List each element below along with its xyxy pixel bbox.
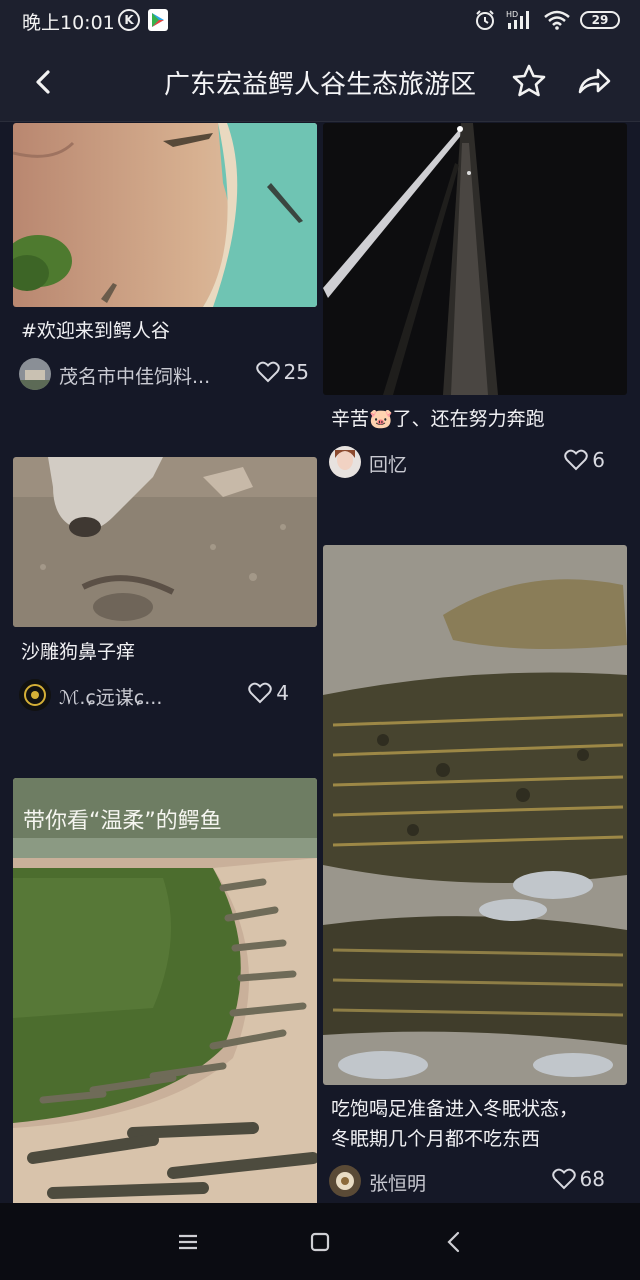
post-caption-line: 吃饱喝足准备进入冬眠状态， [331,1098,579,1120]
svg-text:HD: HD [506,10,518,19]
back-chevron-icon[interactable] [440,1227,470,1257]
post-caption: 辛苦🐷了、还在努力奔跑 [331,408,545,430]
like-counter[interactable]: 68 [551,1167,605,1191]
post-card[interactable]: 沙雕狗鼻子痒 ℳ.ɕ远谋ɕ... 4 [13,457,317,723]
post-card[interactable]: 吃饱喝足准备进入冬眠状态， 冬眠期几个月都不吃东西 张恒明 68 [323,545,627,1203]
top-app-bar: 广东宏益鳄人谷生态旅游区 [0,42,640,122]
avatar[interactable] [19,358,51,390]
post-caption: 沙雕狗鼻子痒 [21,641,136,663]
battery-indicator: 29 [580,11,620,29]
hd-signal-icon: HD [506,10,529,29]
avatar[interactable] [329,1165,361,1197]
post-meta: 张恒明 68 [329,1165,619,1201]
image-overlay-caption: 带你看“温柔”的鳄鱼 [23,809,222,834]
like-count: 25 [283,360,309,384]
author-name[interactable]: 张恒明 [369,1169,534,1196]
heart-icon [551,1168,576,1190]
menu-icon[interactable] [173,1227,203,1257]
post-image[interactable] [13,123,317,307]
back-arrow-icon[interactable] [26,64,62,100]
wifi-icon [544,10,570,30]
post-meta: 回忆 6 [329,446,619,482]
system-nav-bar [0,1203,640,1280]
post-card[interactable]: 带你看“温柔”的鳄鱼 [13,778,317,1203]
like-count: 4 [276,681,289,705]
status-bar: 晚上10:01 K HD 29 [0,0,640,42]
author-name[interactable]: 茂名市中佳饲料... [59,362,224,389]
like-counter[interactable]: 6 [564,448,605,472]
author-name[interactable]: ℳ.ɕ远谋ɕ... [59,683,224,710]
google-play-icon [148,9,168,31]
heart-icon [255,361,280,383]
post-caption-line: 冬眠期几个月都不吃东西 [331,1128,541,1150]
post-card[interactable]: #欢迎来到鳄人谷 茂名市中佳饲料... 25 [13,123,317,398]
post-image[interactable]: 带你看“温柔”的鳄鱼 [13,778,317,1203]
post-caption: #欢迎来到鳄人谷 [21,320,170,342]
heart-icon [564,449,589,471]
post-card[interactable]: 辛苦🐷了、还在努力奔跑 回忆 6 [323,123,627,483]
post-meta: ℳ.ɕ远谋ɕ... 4 [19,679,309,715]
like-counter[interactable]: 4 [248,681,289,705]
status-time: 晚上10:01 [22,12,115,34]
avatar[interactable] [19,679,51,711]
like-count: 6 [592,448,605,472]
star-outline-icon[interactable] [510,62,548,100]
page-title: 广东宏益鳄人谷生态旅游区 [163,70,476,100]
alarm-icon [476,10,494,30]
post-feed[interactable]: #欢迎来到鳄人谷 茂名市中佳饲料... 25 沙雕狗鼻子痒 ℳ.ɕ远谋ɕ... … [0,123,640,1203]
post-image[interactable] [323,123,627,395]
heart-icon [248,682,273,704]
avatar[interactable] [329,446,361,478]
post-image[interactable] [323,545,627,1085]
k-circle-icon: K [118,9,140,31]
post-caption: 吃饱喝足准备进入冬眠状态， 冬眠期几个月都不吃东西 [331,1094,621,1154]
post-image[interactable] [13,457,317,627]
like-count: 68 [579,1167,605,1191]
home-square-icon[interactable] [305,1227,335,1257]
author-name[interactable]: 回忆 [369,450,534,477]
share-icon[interactable] [574,62,614,100]
post-meta: 茂名市中佳饲料... 25 [19,358,309,394]
like-counter[interactable]: 25 [255,360,309,384]
system-tray: HD 29 [474,8,620,32]
